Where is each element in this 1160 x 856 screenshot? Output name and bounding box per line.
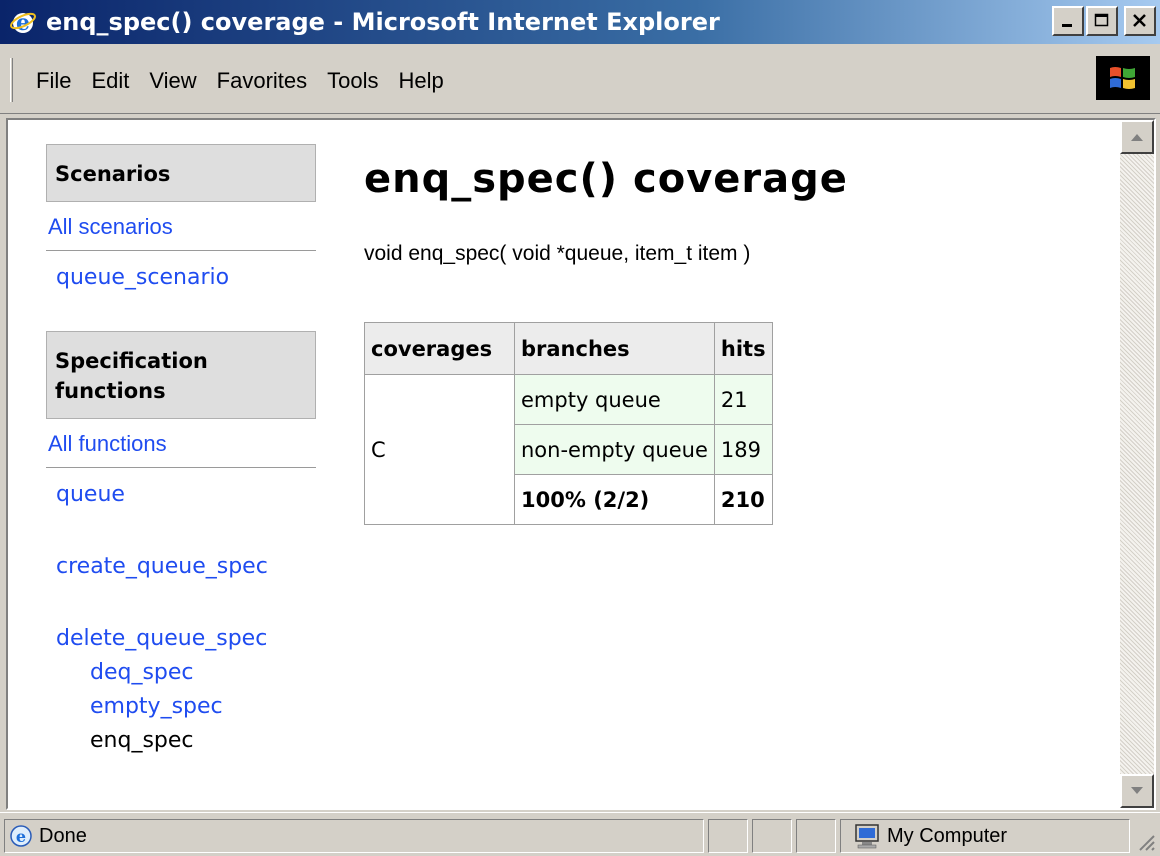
- function-signature: void enq_spec( void *queue, item_t item …: [364, 242, 751, 265]
- function-link-queue[interactable]: queue: [46, 478, 316, 512]
- function-link-empty-spec[interactable]: empty_spec: [46, 690, 316, 724]
- menu-edit[interactable]: Edit: [81, 66, 139, 96]
- status-bar: e Done My Computer: [0, 812, 1160, 856]
- close-icon: [1133, 14, 1146, 27]
- resize-grip-icon[interactable]: [1134, 830, 1156, 852]
- header-coverages: coverages: [364, 322, 515, 375]
- scenarios-heading: Scenarios: [46, 144, 316, 202]
- ie-page-icon: e: [9, 824, 33, 848]
- coverage-table: coverages branches hits C empty queue 21…: [364, 322, 773, 525]
- page-title: enq_spec() coverage: [364, 156, 848, 202]
- hits-cell: 189: [713, 424, 773, 475]
- sidebar: Scenarios All scenarios queue_scenario S…: [46, 144, 316, 758]
- scroll-down-button[interactable]: [1120, 774, 1154, 808]
- status-pane-empty-2: [752, 819, 792, 853]
- all-scenarios-link[interactable]: All scenarios: [46, 202, 316, 251]
- functions-heading: Specification functions: [46, 331, 316, 419]
- arrow-up-icon: [1131, 134, 1143, 141]
- status-pane-empty-1: [708, 819, 748, 853]
- menu-tools[interactable]: Tools: [317, 66, 388, 96]
- total-branch-cell: 100% (2/2): [514, 474, 715, 525]
- security-zone-pane: My Computer: [840, 819, 1130, 853]
- scenario-link-queue-scenario[interactable]: queue_scenario: [46, 261, 316, 295]
- header-hits: hits: [713, 322, 773, 375]
- branch-cell: non-empty queue: [514, 424, 715, 475]
- close-button[interactable]: [1124, 6, 1156, 36]
- browser-viewport: Scenarios All scenarios queue_scenario S…: [6, 118, 1156, 810]
- status-text-pane: e Done: [4, 819, 704, 853]
- window-title: enq_spec() coverage - Microsoft Internet…: [46, 8, 720, 36]
- arrow-down-icon: [1131, 787, 1143, 794]
- menu-help[interactable]: Help: [389, 66, 454, 96]
- status-text: Done: [39, 824, 87, 847]
- all-functions-link[interactable]: All functions: [46, 419, 316, 468]
- title-bar: e enq_spec() coverage - Microsoft Intern…: [0, 0, 1160, 44]
- function-link-create-queue-spec[interactable]: create_queue_spec: [46, 550, 316, 584]
- computer-icon: [853, 823, 881, 849]
- minimize-button[interactable]: [1052, 6, 1084, 36]
- main-content: enq_spec() coverage void enq_spec( void …: [364, 156, 1084, 525]
- table-header-row: coverages branches hits: [364, 322, 773, 375]
- menu-file[interactable]: File: [26, 66, 81, 96]
- function-link-delete-queue-spec[interactable]: delete_queue_spec: [46, 622, 316, 656]
- windows-logo-icon: [1096, 56, 1150, 100]
- status-pane-empty-3: [796, 819, 836, 853]
- scroll-up-button[interactable]: [1120, 120, 1154, 154]
- functions-heading-line2: functions: [55, 379, 166, 403]
- menu-view[interactable]: View: [139, 66, 206, 96]
- menu-bar: File Edit View Favorites Tools Help: [0, 44, 1160, 114]
- minimize-icon: [1062, 24, 1072, 27]
- total-hits-cell: 210: [713, 474, 773, 525]
- security-zone-text: My Computer: [887, 824, 1008, 847]
- maximize-button[interactable]: [1086, 6, 1118, 36]
- functions-heading-line1: Specification: [55, 349, 208, 373]
- page-content: Scenarios All scenarios queue_scenario S…: [8, 120, 1120, 808]
- branch-cell: empty queue: [514, 374, 715, 425]
- vertical-scrollbar[interactable]: [1120, 120, 1154, 808]
- maximize-icon: [1094, 13, 1109, 27]
- window-controls: [1052, 6, 1156, 36]
- svg-text:e: e: [16, 827, 26, 846]
- ie-logo-icon[interactable]: e: [8, 7, 38, 37]
- function-current-enq-spec: enq_spec: [90, 728, 194, 753]
- table-row: C empty queue 21: [364, 374, 773, 525]
- menu-favorites[interactable]: Favorites: [207, 66, 317, 96]
- hits-cell: 21: [713, 374, 773, 425]
- function-link-deq-spec[interactable]: deq_spec: [46, 656, 316, 690]
- menu-grip[interactable]: [10, 58, 13, 102]
- coverage-name-cell: C: [364, 374, 515, 525]
- header-branches: branches: [514, 322, 715, 375]
